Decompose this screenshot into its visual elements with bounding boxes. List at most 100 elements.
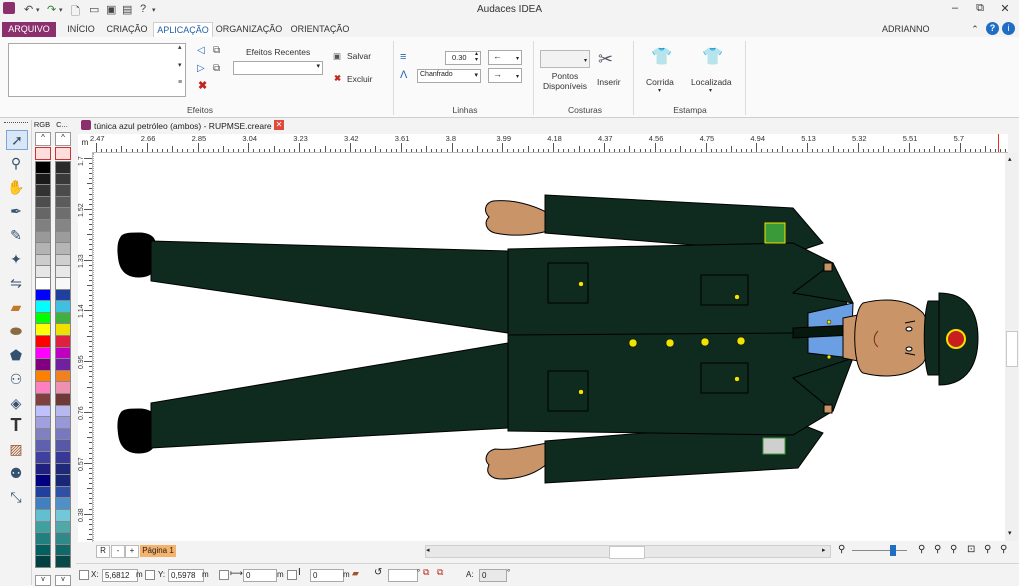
- gallery-up-icon[interactable]: ▴: [178, 43, 182, 51]
- mirror-tool-icon[interactable]: ⇋: [6, 274, 26, 292]
- width-lock-checkbox[interactable]: [219, 570, 229, 580]
- close-button[interactable]: ✕: [995, 2, 1015, 17]
- page-remove-button[interactable]: -: [111, 545, 125, 558]
- info-circle-icon[interactable]: i: [1002, 22, 1015, 35]
- tab-arquivo[interactable]: ARQUIVO: [2, 22, 56, 37]
- vertical-scroll-thumb[interactable]: [1006, 331, 1018, 367]
- page-add-button[interactable]: +: [125, 545, 139, 558]
- zoom-selection-icon[interactable]: ⚲: [934, 544, 941, 555]
- copy-effect-icon[interactable]: ⧉: [213, 45, 220, 56]
- page-tab[interactable]: Página 1: [140, 545, 176, 557]
- scroll-right-icon[interactable]: ▸: [822, 546, 826, 554]
- zoom-tool-icon[interactable]: ⚲: [6, 154, 26, 172]
- color-swatch[interactable]: [55, 555, 71, 569]
- no-color-swatch-icon[interactable]: [35, 147, 51, 160]
- fabric-tool-icon[interactable]: ▰: [6, 298, 26, 316]
- angle-input[interactable]: 0: [479, 569, 507, 582]
- remove-effect-icon[interactable]: ✖: [198, 79, 207, 92]
- user-menu[interactable]: ADRIANNO FREITAS ▾: [882, 22, 966, 49]
- width-input[interactable]: 0: [243, 569, 277, 582]
- uniform-drawing[interactable]: [93, 153, 1005, 541]
- available-stitches-dropdown[interactable]: ▾: [540, 50, 590, 68]
- line-join-dropdown[interactable]: Chanfrado ▾: [417, 69, 481, 83]
- collapse-ribbon-icon[interactable]: ⌃: [970, 22, 980, 37]
- tab-inicio[interactable]: INÍCIO: [62, 22, 100, 37]
- effect-right-icon[interactable]: ▷: [197, 63, 205, 74]
- palette-expand-icon[interactable]: v: [35, 575, 51, 586]
- palette-expand-icon[interactable]: v: [55, 575, 71, 586]
- help-circle-icon[interactable]: ?: [986, 22, 999, 35]
- close-document-icon[interactable]: ✕: [274, 120, 284, 130]
- paste-effect-icon[interactable]: ⧉: [213, 63, 220, 74]
- shape-tool-icon[interactable]: ⬟: [6, 346, 26, 364]
- scroll-up-icon[interactable]: ▴: [1008, 155, 1012, 163]
- restore-button[interactable]: ⧉: [970, 2, 990, 17]
- line-thickness-spinner[interactable]: 0.30 ▴ ▾: [445, 51, 481, 65]
- measure-tool-icon[interactable]: ⤡: [6, 488, 26, 506]
- line-start-style-dropdown[interactable]: ← ▾: [488, 50, 522, 65]
- save-effect-button[interactable]: Salvar: [347, 51, 371, 61]
- zoom-width-icon[interactable]: ⚲: [984, 544, 991, 555]
- zoom-in-icon[interactable]: ⚲: [918, 544, 925, 555]
- gallery-down-icon[interactable]: ▾: [178, 61, 182, 69]
- texture-tool-icon[interactable]: ⬬: [6, 322, 26, 340]
- needle-icon[interactable]: ✂: [598, 49, 613, 70]
- text-tool-icon[interactable]: T: [6, 416, 26, 434]
- node-tool-icon[interactable]: ⚇: [6, 370, 26, 388]
- proportion-lock-icon[interactable]: ▰: [352, 568, 359, 579]
- chevron-down-icon[interactable]: ▾: [658, 87, 661, 94]
- pen-tool-icon[interactable]: ✒: [6, 202, 26, 220]
- group-tool-icon[interactable]: ⚉: [6, 464, 26, 482]
- flip-horizontal-icon[interactable]: ⧉: [423, 567, 429, 578]
- chevron-down-icon[interactable]: ▾: [709, 87, 712, 94]
- delete-effect-button[interactable]: Excluir: [347, 74, 373, 84]
- tab-organizacao[interactable]: ORGANIZAÇÃO: [215, 22, 283, 37]
- zoom-all-icon[interactable]: ⚲: [950, 544, 957, 555]
- palette-header-c[interactable]: C...: [53, 120, 71, 129]
- flip-vertical-icon[interactable]: ⧉: [437, 567, 443, 578]
- run-print-button[interactable]: Corrida: [646, 77, 674, 87]
- drawing-canvas[interactable]: [93, 153, 1005, 541]
- local-print-button[interactable]: Localizada: [691, 77, 732, 87]
- freehand-tool-icon[interactable]: ✎: [6, 226, 26, 244]
- zoom-page-icon[interactable]: ⊡: [967, 544, 975, 555]
- zoom-out-icon[interactable]: ⚲: [838, 544, 845, 555]
- recent-effects-dropdown[interactable]: ▾: [233, 61, 323, 75]
- x-lock-checkbox[interactable]: [79, 570, 89, 580]
- zoom-slider-thumb[interactable]: [890, 545, 896, 556]
- horizontal-scroll-thumb[interactable]: [609, 546, 645, 559]
- image-tool-icon[interactable]: ▨: [6, 440, 26, 458]
- tab-criacao[interactable]: CRIAÇÃO: [104, 22, 150, 37]
- zoom-slider-track[interactable]: [852, 550, 907, 551]
- select-tool-icon[interactable]: ➚: [6, 130, 28, 150]
- scroll-left-icon[interactable]: ◂: [426, 546, 430, 554]
- page-reset-button[interactable]: R: [96, 545, 110, 558]
- height-lock-checkbox[interactable]: [287, 570, 297, 580]
- x-coordinate-input[interactable]: 5,6812: [102, 569, 138, 582]
- rotation-input[interactable]: [388, 569, 418, 582]
- palette-header-rgb[interactable]: RGB: [33, 120, 51, 129]
- horizontal-scrollbar[interactable]: ◂ ▸: [425, 545, 831, 559]
- gallery-more-icon[interactable]: ≡: [178, 79, 182, 86]
- effects-gallery[interactable]: [8, 43, 186, 97]
- shirt-local-icon[interactable]: 👕: [702, 47, 723, 67]
- scroll-down-icon[interactable]: ▾: [1008, 529, 1012, 537]
- garment-tool-icon[interactable]: ✦: [6, 250, 26, 268]
- fill-tool-icon[interactable]: ◈: [6, 394, 26, 412]
- document-tab-title[interactable]: túnica azul petróleo (ambos) - RUPMSE.cr…: [94, 121, 277, 131]
- color-swatch[interactable]: [35, 555, 51, 569]
- insert-stitch-button[interactable]: Inserir: [597, 77, 621, 87]
- height-input[interactable]: 0: [310, 569, 344, 582]
- shirt-run-icon[interactable]: 👕: [651, 47, 672, 67]
- minimize-button[interactable]: –: [945, 2, 965, 17]
- hand-tool-icon[interactable]: ✋: [6, 178, 26, 196]
- effect-left-icon[interactable]: ◁: [197, 45, 205, 56]
- palette-collapse-icon[interactable]: ^: [55, 132, 71, 146]
- zoom-fit-icon[interactable]: ⚲: [1000, 544, 1007, 555]
- tab-aplicacao[interactable]: APLICAÇÃO: [153, 22, 213, 38]
- y-lock-checkbox[interactable]: [145, 570, 155, 580]
- no-color-swatch-icon[interactable]: [55, 147, 71, 160]
- line-end-style-dropdown[interactable]: → ▾: [488, 68, 522, 83]
- vertical-scrollbar[interactable]: ▴ ▾: [1005, 153, 1018, 541]
- palette-collapse-icon[interactable]: ^: [35, 132, 51, 146]
